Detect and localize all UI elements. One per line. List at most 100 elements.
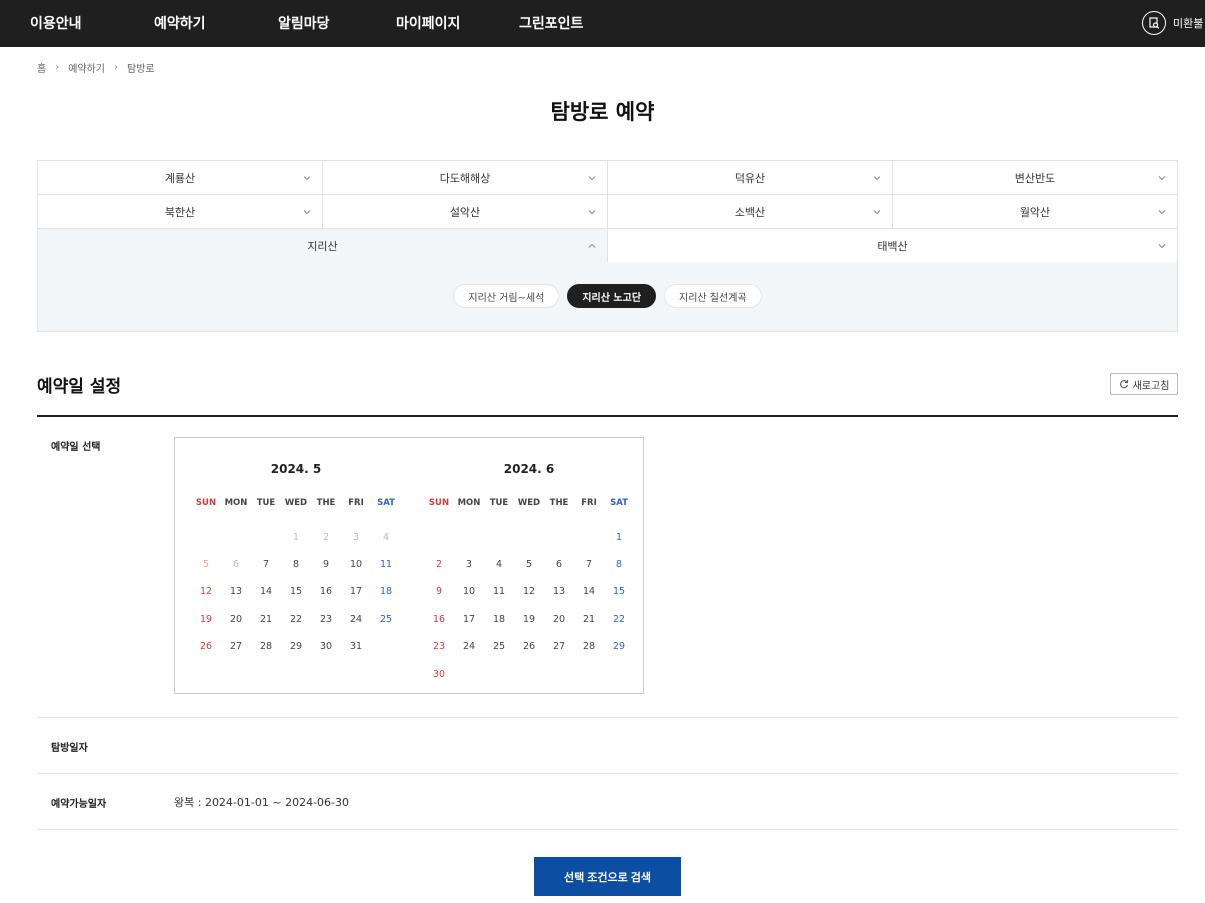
- calendar-day[interactable]: 3: [454, 551, 484, 578]
- trail-pill-georim-seseok[interactable]: 지리산 거림~세석: [453, 284, 560, 308]
- nav-item-guide[interactable]: 이용안내: [30, 13, 82, 33]
- calendar-day[interactable]: 30: [311, 633, 341, 660]
- calendar-grid: SUN MON TUE WED THE FRI SAT 1 2 3 4 5 6 7 8 9 10 11 12 13 14…: [191, 496, 401, 660]
- calendar-day[interactable]: 7: [251, 551, 281, 578]
- calendar-day[interactable]: 19: [191, 606, 221, 633]
- calendar-day[interactable]: 28: [251, 633, 281, 660]
- calendar-day[interactable]: 15: [604, 578, 634, 605]
- calendar-day[interactable]: 26: [191, 633, 221, 660]
- calendar-day[interactable]: 8: [604, 551, 634, 578]
- calendar-day[interactable]: 16: [424, 606, 454, 633]
- mountain-tab-woraksan[interactable]: 월악산: [893, 195, 1177, 228]
- calendar-day[interactable]: 25: [371, 606, 401, 633]
- nav-item-greenpoint[interactable]: 그린포인트: [519, 13, 583, 33]
- calendar-day: 6: [232, 558, 240, 570]
- calendar-day[interactable]: 11: [484, 578, 514, 605]
- calendar-day[interactable]: 13: [544, 578, 574, 605]
- calendar-day[interactable]: 15: [281, 578, 311, 605]
- calendar-day[interactable]: 6: [544, 551, 574, 578]
- available-date-label: 예약가능일자: [51, 799, 107, 810]
- calendar-day[interactable]: 20: [544, 606, 574, 633]
- calendar-day[interactable]: 31: [341, 633, 371, 660]
- calendar-day[interactable]: 22: [604, 606, 634, 633]
- calendar-day[interactable]: 10: [454, 578, 484, 605]
- available-date-value: 왕복 : 2024-01-01 ~ 2024-06-30: [174, 796, 350, 809]
- calendar-day[interactable]: 14: [574, 578, 604, 605]
- calendar-day[interactable]: 18: [484, 606, 514, 633]
- nav-item-notice[interactable]: 알림마당: [278, 13, 330, 33]
- trail-pill-chilseon[interactable]: 지리산 칠선계곡: [664, 284, 762, 308]
- calendar-day[interactable]: 13: [221, 578, 251, 605]
- mountain-tab-taebaeksan[interactable]: 태백산: [608, 229, 1177, 263]
- calendar-day[interactable]: 7: [574, 551, 604, 578]
- chevron-down-icon: [588, 209, 596, 214]
- calendar-day[interactable]: 9: [424, 578, 454, 605]
- calendar-day[interactable]: 2: [424, 551, 454, 578]
- mountain-tab-byeonsan[interactable]: 변산반도: [893, 161, 1177, 194]
- chevron-down-icon: [873, 209, 881, 214]
- mountain-tab-deogyusan[interactable]: 덕유산: [608, 161, 893, 194]
- chevron-down-icon: [1158, 244, 1166, 249]
- user-refund-link[interactable]: 미환불: [1142, 11, 1203, 35]
- nav-item-reservation[interactable]: 예약하기: [154, 13, 206, 33]
- page-title: 탐방로 예약: [550, 100, 655, 124]
- calendar-day[interactable]: 16: [311, 578, 341, 605]
- row-divider: [37, 829, 1178, 830]
- calendar-day[interactable]: 17: [341, 578, 371, 605]
- calendar-day[interactable]: 17: [454, 606, 484, 633]
- calendar-day[interactable]: 29: [281, 633, 311, 660]
- calendar-empty-cell: [484, 523, 514, 550]
- mountain-tab-seoraksan[interactable]: 설악산: [323, 195, 608, 228]
- calendar-empty-cell: [454, 523, 484, 550]
- calendar-container: 2024. 5 SUN MON TUE WED THE FRI SAT 1 2 3 4 5 6 7 8 9 10…: [174, 437, 644, 694]
- calendar-day[interactable]: 23: [424, 633, 454, 660]
- mountain-tab-dadohae[interactable]: 다도해해상: [323, 161, 608, 194]
- calendar-day[interactable]: 12: [514, 578, 544, 605]
- calendar-day[interactable]: 27: [544, 633, 574, 660]
- date-select-label: 예약일 선택: [51, 442, 101, 453]
- calendar-day[interactable]: 1: [604, 523, 634, 550]
- mountain-tab-gyeryongsan[interactable]: 계룡산: [38, 161, 323, 194]
- calendar-day[interactable]: 25: [484, 633, 514, 660]
- top-navigation: 이용안내 예약하기 알림마당 마이페이지 그린포인트 미환불: [0, 0, 1205, 47]
- weekday-header: TUE: [489, 498, 509, 508]
- breadcrumb-home[interactable]: 홈: [37, 60, 46, 75]
- chevron-up-icon: [588, 243, 596, 248]
- search-button[interactable]: 선택 조건으로 검색: [534, 857, 681, 896]
- calendar-day[interactable]: 27: [221, 633, 251, 660]
- mountain-tab-sobaeksan[interactable]: 소백산: [608, 195, 893, 228]
- calendar-day[interactable]: 14: [251, 578, 281, 605]
- refresh-icon: [1119, 380, 1128, 389]
- calendar-day[interactable]: 21: [574, 606, 604, 633]
- calendar-day[interactable]: 11: [371, 551, 401, 578]
- weekday-header: THE: [316, 498, 336, 508]
- weekday-header: WED: [284, 498, 308, 508]
- mountain-tab-bukhansan[interactable]: 북한산: [38, 195, 323, 228]
- calendar-day[interactable]: 23: [311, 606, 341, 633]
- breadcrumb-reservation[interactable]: 예약하기: [68, 60, 105, 75]
- calendar-day[interactable]: 20: [221, 606, 251, 633]
- trail-pill-nogodan[interactable]: 지리산 노고단: [567, 284, 657, 308]
- calendar-day[interactable]: 4: [484, 551, 514, 578]
- calendar-day[interactable]: 21: [251, 606, 281, 633]
- calendar-day[interactable]: 26: [514, 633, 544, 660]
- calendar-empty-cell: [514, 523, 544, 550]
- calendar-day[interactable]: 19: [514, 606, 544, 633]
- nav-item-mypage[interactable]: 마이페이지: [396, 13, 460, 33]
- row-divider: [37, 773, 1178, 774]
- chevron-right-icon: ›: [55, 62, 60, 73]
- calendar-day[interactable]: 12: [191, 578, 221, 605]
- mountain-tab-jirisan[interactable]: 지리산: [38, 229, 608, 263]
- calendar-day[interactable]: 24: [454, 633, 484, 660]
- calendar-day[interactable]: 9: [311, 551, 341, 578]
- calendar-day[interactable]: 28: [574, 633, 604, 660]
- calendar-day[interactable]: 5: [514, 551, 544, 578]
- calendar-day[interactable]: 10: [341, 551, 371, 578]
- calendar-day[interactable]: 29: [604, 633, 634, 660]
- calendar-day[interactable]: 18: [371, 578, 401, 605]
- calendar-day[interactable]: 22: [281, 606, 311, 633]
- calendar-day[interactable]: 24: [341, 606, 371, 633]
- calendar-day[interactable]: 8: [281, 551, 311, 578]
- calendar-day[interactable]: 30: [424, 660, 454, 687]
- refresh-button[interactable]: 새로고침: [1110, 373, 1178, 395]
